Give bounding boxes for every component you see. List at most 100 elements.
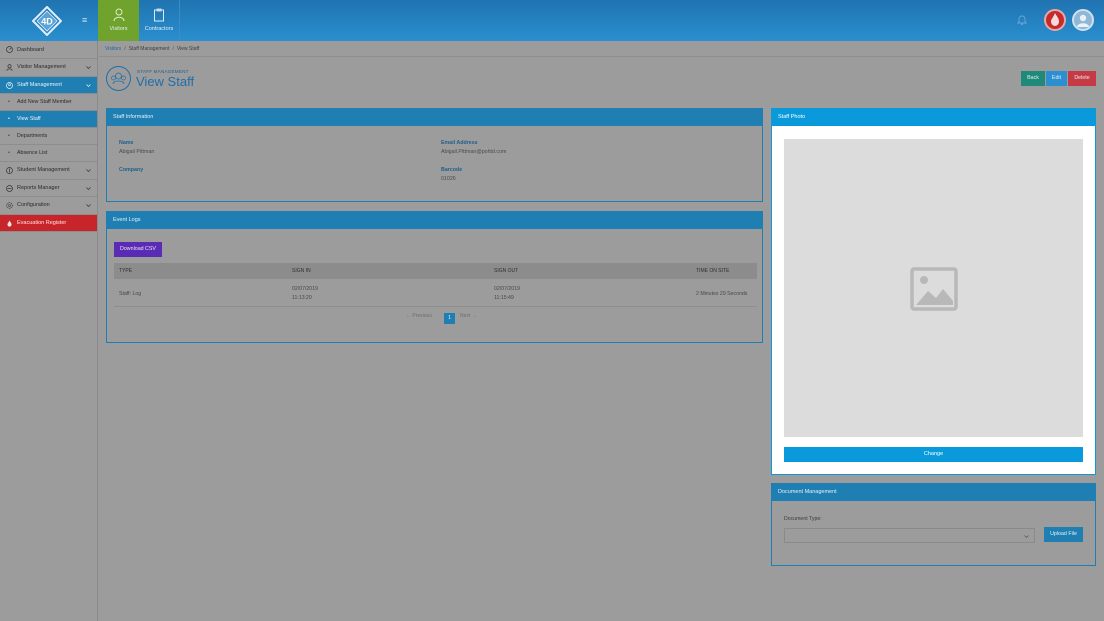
sidebar-item-label: Visitor Management bbox=[17, 64, 66, 70]
pagination-previous[interactable]: ← Previous bbox=[406, 313, 432, 319]
download-csv-button[interactable]: Download CSV bbox=[114, 242, 162, 257]
email-label: Email Address bbox=[441, 140, 478, 146]
header-divider bbox=[99, 56, 1104, 57]
panel-heading: Staff Information bbox=[107, 109, 762, 126]
sidebar-subitem-add-new-staff-member[interactable]: Add New Staff Member bbox=[0, 94, 97, 111]
staff-photo-placeholder bbox=[784, 139, 1083, 437]
sidebar-subitem-label: Add New Staff Member bbox=[17, 99, 72, 105]
table-row: Staff: Log 02/07/2019 11:13:20 02/07/201… bbox=[114, 280, 757, 307]
bell-icon[interactable] bbox=[1016, 14, 1028, 26]
panel-heading: Document Management bbox=[772, 484, 1095, 501]
sidebar-subitem-label: Departments bbox=[17, 133, 48, 139]
sidebar-item-staff-management[interactable]: Staff Management bbox=[0, 76, 97, 94]
cell-sign-in-time: 11:13:20 bbox=[292, 295, 312, 301]
sidebar-subitem-departments[interactable]: Departments bbox=[0, 128, 97, 145]
image-placeholder-icon bbox=[910, 267, 958, 311]
chevron-down-icon bbox=[1024, 535, 1029, 538]
clipboard-icon bbox=[154, 8, 164, 22]
delete-button[interactable]: Delete bbox=[1068, 71, 1096, 86]
student-icon bbox=[6, 167, 13, 174]
visitor-icon bbox=[113, 8, 124, 22]
sidebar-item-label: Dashboard bbox=[17, 47, 44, 53]
sidebar-subitem-view-staff[interactable]: View Staff bbox=[0, 111, 97, 128]
chevron-down-icon bbox=[86, 169, 91, 172]
column-header-time-on-site[interactable]: TIME ON SITE bbox=[696, 268, 729, 274]
sidebar-subitem-label: View Staff bbox=[17, 116, 41, 122]
tab-visitors[interactable]: Visitors bbox=[98, 0, 139, 41]
reports-icon bbox=[6, 184, 13, 192]
gear-icon bbox=[6, 202, 13, 209]
back-button[interactable]: Back bbox=[1021, 71, 1045, 86]
name-label: Name bbox=[119, 140, 134, 146]
evacuation-alert-button[interactable] bbox=[1044, 9, 1066, 31]
cell-sign-in-date: 02/07/2019 bbox=[292, 286, 318, 292]
document-type-select[interactable] bbox=[784, 528, 1035, 543]
chevron-down-icon bbox=[86, 186, 91, 190]
edit-button[interactable]: Edit bbox=[1046, 71, 1067, 86]
panel-heading: Staff Photo bbox=[772, 109, 1095, 126]
event-logs-panel: Event Logs Download CSV TYPE SIGN IN SIG… bbox=[106, 211, 763, 343]
tab-contractors[interactable]: Contractors bbox=[139, 0, 180, 41]
sidebar-item-label: Staff Management bbox=[17, 81, 62, 88]
breadcrumb-visitors[interactable]: Visitors bbox=[105, 46, 121, 52]
staff-photo-panel: Staff Photo Change bbox=[771, 108, 1096, 475]
table-header: TYPE SIGN IN SIGN OUT TIME ON SITE bbox=[114, 263, 757, 279]
sidebar: Dashboard Visitor Management Staff Manag… bbox=[0, 41, 98, 621]
staff-information-panel: Staff Information Name Abigail Pittman E… bbox=[106, 108, 763, 202]
column-header-sign-in[interactable]: SIGN IN bbox=[292, 268, 311, 274]
chevron-down-icon bbox=[86, 204, 91, 207]
user-icon bbox=[6, 64, 13, 71]
cell-time-on-site: 2 Minutes 29 Seconds bbox=[696, 291, 748, 297]
sidebar-item-reports-manager[interactable]: Reports Manager bbox=[0, 180, 97, 197]
column-header-type[interactable]: TYPE bbox=[119, 268, 132, 274]
column-header-sign-out[interactable]: SIGN OUT bbox=[494, 268, 518, 274]
sidebar-item-student-management[interactable]: Student Management bbox=[0, 162, 97, 180]
name-value: Abigail Pittman bbox=[119, 149, 155, 155]
cell-sign-out-time: 11:15:49 bbox=[494, 295, 514, 301]
tab-contractors-label: Contractors bbox=[144, 26, 174, 32]
staff-management-icon bbox=[106, 66, 131, 91]
breadcrumb-current: View Staff bbox=[176, 46, 200, 52]
company-label: Company bbox=[119, 167, 144, 173]
avatar-icon bbox=[1077, 14, 1089, 27]
fire-icon bbox=[1051, 13, 1059, 26]
pagination-next[interactable]: Next → bbox=[460, 313, 477, 319]
sidebar-item-label: Student Management bbox=[17, 167, 70, 173]
sidebar-item-label: Reports Manager bbox=[17, 184, 60, 191]
document-management-panel: Document Management Document Type: Uploa… bbox=[771, 483, 1096, 566]
upload-file-button[interactable]: Upload File bbox=[1044, 527, 1083, 542]
breadcrumb: Visitors / Staff Management / View Staff bbox=[105, 46, 199, 52]
cell-sign-out-date: 02/07/2019 bbox=[494, 286, 520, 292]
pagination-page-1[interactable]: 1 bbox=[444, 313, 455, 324]
logo-text: 4D bbox=[41, 17, 53, 27]
document-type-label: Document Type: bbox=[784, 516, 822, 522]
tab-visitors-label: Visitors bbox=[109, 26, 128, 32]
change-photo-button[interactable]: Change bbox=[784, 447, 1083, 462]
panel-heading: Event Logs bbox=[107, 212, 762, 229]
staff-icon bbox=[6, 81, 13, 89]
user-profile-button[interactable] bbox=[1072, 9, 1094, 31]
breadcrumb-staff-management[interactable]: Staff Management bbox=[129, 46, 170, 52]
breadcrumb-separator: / bbox=[172, 46, 174, 52]
sidebar-subitem-label: Absence List bbox=[17, 150, 48, 156]
barcode-value: 01026 bbox=[441, 176, 456, 182]
top-bar: 4D ≡ Visitors Contractors bbox=[0, 0, 1104, 41]
menu-toggle-icon[interactable]: ≡ bbox=[82, 15, 92, 25]
fire-icon bbox=[7, 220, 12, 227]
email-value: Abigail.Pittman@pohtd.com bbox=[441, 149, 507, 155]
logo-icon[interactable]: 4D bbox=[32, 6, 62, 36]
sidebar-item-label: Evacuation Register bbox=[17, 219, 67, 226]
chevron-down-icon bbox=[86, 83, 91, 87]
breadcrumb-separator: / bbox=[124, 46, 126, 52]
barcode-label: Barcode bbox=[441, 167, 463, 173]
sidebar-item-dashboard[interactable]: Dashboard bbox=[0, 41, 97, 59]
sidebar-item-label: Configuration bbox=[17, 202, 50, 208]
dashboard-icon bbox=[6, 46, 13, 53]
chevron-down-icon bbox=[86, 66, 91, 69]
sidebar-item-visitor-management[interactable]: Visitor Management bbox=[0, 59, 97, 77]
page-title: View Staff bbox=[136, 74, 195, 89]
sidebar-subitem-absence-list[interactable]: Absence List bbox=[0, 145, 97, 162]
cell-type: Staff: Log bbox=[119, 291, 142, 297]
sidebar-item-configuration[interactable]: Configuration bbox=[0, 197, 97, 215]
sidebar-item-evacuation-register[interactable]: Evacuation Register bbox=[0, 214, 97, 232]
